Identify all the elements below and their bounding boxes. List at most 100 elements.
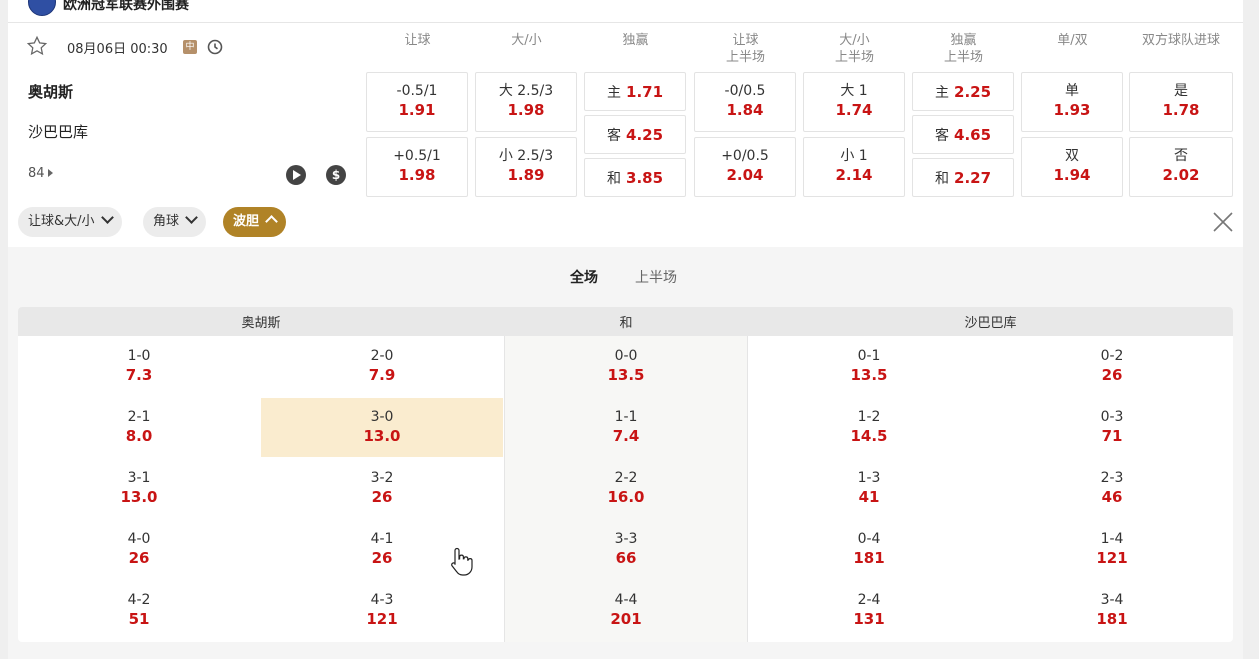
score-label: 0-4 [857,531,881,547]
score-cell[interactable]: 0-0 13.5 [505,337,747,396]
score-cell[interactable]: 3-4 181 [991,581,1233,640]
clock-icon [207,39,223,55]
score-odds: 26 [1101,366,1123,384]
odd-1x2-away[interactable]: 客 4.25 [584,115,686,154]
score-label: 4-3 [370,592,394,608]
chevron-up-icon [265,215,278,228]
match-card: 08月06日 00:30 中 奥胡斯 沙巴巴库 84 $ 让球 大/小 独赢 让… [8,23,1243,247]
odd-1x2-ht-away[interactable]: 客 4.65 [912,115,1014,154]
col-head-odd-even: 单/双 [1057,33,1088,48]
col-head-handicap: 让球 [404,33,431,48]
score-cell[interactable]: 0-3 71 [991,398,1233,457]
score-cell[interactable]: 2-0 7.9 [261,337,503,396]
score-odds: 8.0 [125,427,153,445]
tab-full-time[interactable]: 全场 [570,267,598,287]
chevron-down-icon [185,211,198,224]
score-label: 2-4 [857,592,881,608]
score-cell[interactable]: 1-4 121 [991,520,1233,579]
close-icon[interactable] [1212,211,1234,233]
score-cell[interactable]: 2-1 8.0 [18,398,260,457]
league-name: 欧洲冠军联赛外围赛 [63,0,189,13]
score-cell[interactable]: 4-2 51 [18,581,260,640]
score-cell[interactable]: 4-0 26 [18,520,260,579]
league-logo [28,0,56,16]
score-cell[interactable]: 2-3 46 [991,459,1233,518]
odd-under[interactable]: 小 2.5/3 1.89 [475,137,577,197]
score-cell[interactable]: 4-1 26 [261,520,503,579]
score-label: 1-3 [857,470,881,486]
odd-handicap-ht-home[interactable]: -0/0.5 1.84 [694,72,796,132]
score-label: 4-2 [127,592,151,608]
score-cell[interactable]: 2-4 131 [748,581,990,640]
score-cell[interactable]: 3-1 13.0 [18,459,260,518]
star-icon[interactable] [26,35,48,57]
score-cell[interactable]: 1-2 14.5 [748,398,990,457]
col-head-1x2-ht: 独赢 上半场 [943,33,983,65]
score-label: 4-1 [370,531,394,547]
score-odds: 201 [610,610,642,628]
score-odds: 51 [128,610,150,628]
odd-1x2-draw[interactable]: 和 3.85 [584,158,686,197]
score-cell[interactable]: 2-2 16.0 [505,459,747,518]
score-odds: 121 [366,610,398,628]
odd-handicap-ht-away[interactable]: +0/0.5 2.04 [694,137,796,197]
odd-handicap-away[interactable]: +0.5/1 1.98 [366,137,468,197]
score-odds: 66 [615,549,637,567]
filter-corners[interactable]: 角球 [143,207,207,237]
score-odds: 7.4 [612,427,640,445]
league-header: 欧洲冠军联赛外围赛 [8,0,1243,23]
odd-over[interactable]: 大 2.5/3 1.98 [475,72,577,132]
score-cell[interactable]: 1-0 7.3 [18,337,260,396]
score-cell[interactable]: 3-3 66 [505,520,747,579]
group-head-draw: 和 [504,307,748,336]
play-icon[interactable] [286,165,306,185]
col-head-btts: 双方球队进球 [1141,33,1220,48]
score-cell[interactable]: 0-2 26 [991,337,1233,396]
money-icon[interactable]: $ [326,165,346,185]
odd-over-ht[interactable]: 大 1 1.74 [803,72,905,132]
away-team-name: 沙巴巴库 [28,123,89,141]
score-odds: 13.0 [363,427,401,445]
score-cell[interactable]: 3-2 26 [261,459,503,518]
home-team-name: 奥胡斯 [28,83,74,101]
filter-handicap-ou[interactable]: 让球&大/小 [18,207,122,237]
score-cell[interactable]: 0-1 13.5 [748,337,990,396]
caret-right-icon [47,169,53,177]
score-label: 2-2 [614,470,638,486]
score-cell[interactable]: 1-1 7.4 [505,398,747,457]
score-cell[interactable]: 3-0 13.0 [261,398,503,457]
score-label: 1-0 [127,348,151,364]
group-head-away: 沙巴巴库 [748,307,1233,336]
score-odds: 26 [371,549,393,567]
odd-handicap-home[interactable]: -0.5/1 1.91 [366,72,468,132]
filter-correct-score[interactable]: 波胆 [223,207,287,237]
more-count: 84 [28,166,45,181]
score-label: 2-1 [127,409,151,425]
odd-btts-yes[interactable]: 是 1.78 [1129,72,1233,132]
odd-even[interactable]: 双 1.94 [1021,137,1123,197]
odd-1x2-home[interactable]: 主 1.71 [584,72,686,111]
live-badge: 中 [183,40,197,54]
odd-odd[interactable]: 单 1.93 [1021,72,1123,132]
score-label: 3-1 [127,470,151,486]
score-label: 4-0 [127,531,151,547]
more-markets-link[interactable]: 84 [28,166,53,181]
score-odds: 16.0 [607,488,645,506]
odd-btts-no[interactable]: 否 2.02 [1129,137,1233,197]
score-label: 0-0 [614,348,638,364]
group-head-home: 奥胡斯 [18,307,504,336]
odd-1x2-ht-home[interactable]: 主 2.25 [912,72,1014,111]
odd-1x2-ht-draw[interactable]: 和 2.27 [912,158,1014,197]
score-odds: 13.5 [607,366,645,384]
score-cell[interactable]: 1-3 41 [748,459,990,518]
score-cell[interactable]: 4-3 121 [261,581,503,640]
score-label: 1-4 [1100,531,1124,547]
score-odds: 41 [858,488,880,506]
odd-under-ht[interactable]: 小 1 2.14 [803,137,905,197]
tab-first-half[interactable]: 上半场 [635,267,677,287]
score-cell[interactable]: 0-4 181 [748,520,990,579]
score-cell[interactable]: 4-4 201 [505,581,747,640]
score-label: 3-3 [614,531,638,547]
correct-score-panel: 全场 上半场 奥胡斯 和 沙巴巴库 1-0 7.3 2-1 8.0 3-1 13.0 4-0… [8,247,1243,659]
score-label: 3-4 [1100,592,1124,608]
